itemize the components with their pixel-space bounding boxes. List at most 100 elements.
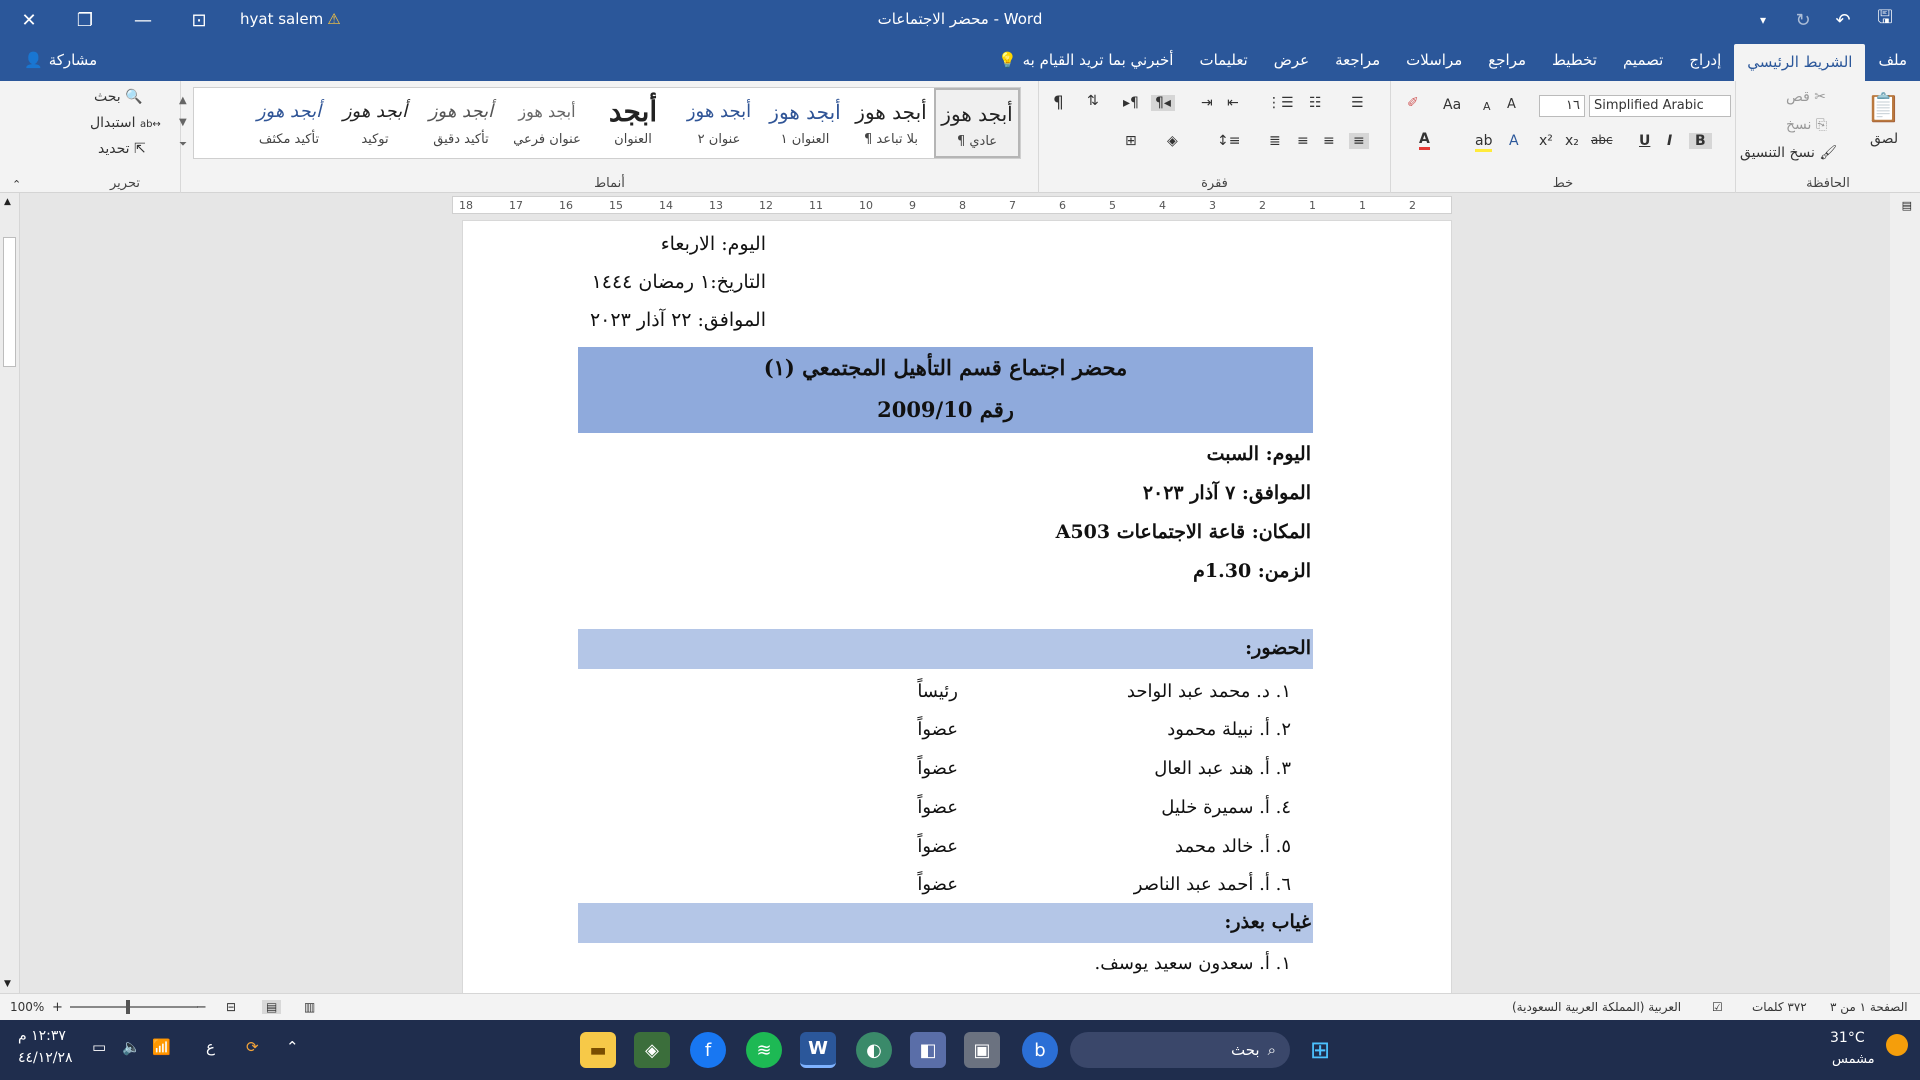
clear-formatting-icon[interactable]: ✐ (1407, 95, 1419, 111)
align-right-icon[interactable]: ≡ (1349, 133, 1369, 149)
cut-button[interactable]: قص ✂ (1786, 89, 1826, 105)
document-page[interactable]: اليوم: الاربعاء التاريخ:١ رمضان ١٤٤٤ الم… (462, 220, 1452, 1000)
proofing-icon[interactable]: ☑ (1712, 1000, 1723, 1014)
format-painter-button[interactable]: نسخ التنسيق 🖌 (1740, 145, 1837, 161)
scroll-down-icon[interactable]: ▼ (4, 979, 11, 989)
superscript-button[interactable]: x² (1539, 133, 1553, 149)
font-size-select[interactable]: ١٦ (1539, 95, 1585, 117)
save-icon[interactable]: 🖫 (1862, 0, 1908, 40)
facebook-icon[interactable]: f (690, 1032, 726, 1068)
underline-button[interactable]: U (1639, 133, 1650, 149)
clock-time[interactable]: ١٢:٣٧ م (18, 1028, 66, 1044)
paste-button[interactable]: لصق (1870, 131, 1898, 147)
weather-desc[interactable]: مشمس (1832, 1052, 1875, 1067)
font-name-select[interactable]: Simplified Arabic (1589, 95, 1731, 117)
read-mode-icon[interactable]: ▥ (304, 1000, 315, 1014)
spotify-icon[interactable]: ≋ (746, 1032, 782, 1068)
horizontal-ruler[interactable]: 18 17 16 15 14 13 12 11 10 9 8 7 6 5 4 3 2 1 1 2 (452, 196, 1452, 214)
clock-date[interactable]: ٤٤/١٢/٢٨ (18, 1050, 73, 1066)
styles-scroll-up-icon[interactable]: ▲ (179, 95, 187, 106)
style-emphasis[interactable]: أبجد هوز توكيد (332, 88, 418, 158)
increase-indent-icon[interactable]: ⇥ (1201, 95, 1213, 111)
style-subtle-emphasis[interactable]: أبجد هوز تأكيد دقيق (418, 88, 504, 158)
tab-references[interactable]: مراجع (1475, 40, 1539, 81)
style-heading-1[interactable]: أبجد هوز العنوان ١ (762, 88, 848, 158)
file-explorer-icon[interactable]: ▬ (580, 1032, 616, 1068)
taskbar-search[interactable]: بحث ⌕ (1070, 1032, 1290, 1068)
paste-icon[interactable]: 📋 (1866, 91, 1901, 124)
align-center-icon[interactable]: ≡ (1323, 133, 1335, 149)
sync-icon[interactable]: ⟳ (246, 1038, 259, 1056)
tab-insert[interactable]: إدراج (1676, 40, 1734, 81)
styles-scroll-down-icon[interactable]: ▼ (179, 117, 187, 128)
ltr-direction-icon[interactable]: ▸¶ (1123, 95, 1139, 111)
style-subtitle[interactable]: أبجد هوز عنوان فرعي (504, 88, 590, 158)
text-effects-button[interactable]: A (1509, 133, 1519, 149)
word-app-icon[interactable]: W (800, 1032, 836, 1068)
tab-view[interactable]: عرض (1261, 40, 1322, 81)
select-button[interactable]: تحديد ⇱ (98, 141, 146, 157)
show-marks-icon[interactable]: ¶ (1053, 93, 1064, 113)
copy-button[interactable]: نسخ ⎘ (1786, 117, 1827, 133)
multilevel-list-icon[interactable]: ⋮☰ (1267, 95, 1294, 111)
decrease-indent-icon[interactable]: ⇤ (1227, 95, 1239, 111)
find-button[interactable]: بحث 🔍 (94, 89, 143, 105)
scroll-up-icon[interactable]: ▲ (4, 197, 11, 207)
tab-mailings[interactable]: مراسلات (1393, 40, 1475, 81)
weather-temp[interactable]: 31°C (1830, 1030, 1865, 1046)
highlight-icon[interactable]: ab (1475, 133, 1493, 152)
tell-me-box[interactable]: 💡 أخبرني بما تريد القيام به (985, 40, 1187, 81)
strikethrough-button[interactable]: abc (1591, 133, 1613, 147)
focus-mode-icon[interactable]: ⊟ (226, 1000, 236, 1014)
zoom-out-icon[interactable]: − (196, 1000, 207, 1015)
zoom-slider[interactable] (70, 1006, 198, 1008)
battery-icon[interactable]: ▭ (92, 1038, 106, 1056)
tab-review[interactable]: مراجعة (1322, 40, 1393, 81)
borders-icon[interactable]: ⊞ (1125, 133, 1137, 149)
bullets-icon[interactable]: ☰ (1351, 95, 1364, 111)
rtl-direction-icon[interactable]: ¶◂ (1151, 95, 1175, 111)
tab-help[interactable]: تعليمات (1186, 40, 1260, 81)
style-intense-emphasis[interactable]: أبجد هوز تأكيد مكثف (246, 88, 332, 158)
tab-design[interactable]: تصميم (1610, 40, 1676, 81)
print-layout-icon[interactable]: ▤ (262, 1000, 282, 1014)
zoom-level[interactable]: 100% (10, 1000, 44, 1014)
italic-button[interactable]: I (1667, 133, 1672, 149)
hidden-icons-chevron-icon[interactable]: ⌃ (286, 1038, 299, 1056)
word-count[interactable]: ٣٧٢ كلمات (1752, 1000, 1807, 1014)
style-heading-2[interactable]: أبجد هوز عنوان ٢ (676, 88, 762, 158)
styles-more-icon[interactable]: ⏷ (179, 139, 187, 150)
justify-icon[interactable]: ≣ (1269, 133, 1281, 149)
volume-icon[interactable]: 🔈 (122, 1038, 141, 1056)
align-left-icon[interactable]: ≡ (1297, 133, 1309, 149)
windows-start-icon[interactable]: ⊞ (1302, 1032, 1338, 1068)
chat-icon[interactable]: ◧ (910, 1032, 946, 1068)
shrink-font-button[interactable]: A (1483, 100, 1491, 113)
undo-icon[interactable]: ↶ (1820, 0, 1866, 40)
numbering-icon[interactable]: ☷ (1309, 95, 1322, 111)
sort-icon[interactable]: ⇅ (1087, 93, 1099, 109)
page-number[interactable]: الصفحة ١ من ٣ (1830, 1000, 1908, 1014)
sun-icon[interactable] (1886, 1034, 1908, 1056)
tab-layout[interactable]: تخطيط (1539, 40, 1610, 81)
language-status[interactable]: العربية (المملكة العربية السعودية) (1512, 1000, 1681, 1014)
ruler-toggle-icon[interactable]: ▤ (1902, 199, 1912, 212)
replace-button[interactable]: استبدال ab↔ (90, 115, 161, 131)
zoom-slider-thumb[interactable] (126, 1000, 130, 1014)
tab-home[interactable]: الشريط الرئيسي (1734, 44, 1866, 81)
keyboard-language[interactable]: ع (206, 1038, 215, 1056)
style-title[interactable]: أبجد العنوان (590, 88, 676, 158)
tab-file[interactable]: ملف (1865, 40, 1920, 81)
shading-icon[interactable]: ◈ (1167, 133, 1178, 149)
line-spacing-icon[interactable]: ↕≡ (1217, 133, 1240, 149)
collapse-ribbon-icon[interactable]: ⌃ (12, 178, 21, 191)
maps-app-icon[interactable]: ◈ (634, 1032, 670, 1068)
change-case-button[interactable]: Aa (1443, 97, 1461, 113)
left-scrollbar[interactable]: ▲ ▼ (0, 193, 20, 993)
bold-button[interactable]: B (1689, 133, 1712, 149)
wifi-icon[interactable]: 📶 (152, 1038, 171, 1056)
style-no-spacing[interactable]: أبجد هوز ¶ بلا تباعد (848, 88, 934, 158)
zoom-in-icon[interactable]: + (52, 1000, 63, 1015)
browser-icon[interactable]: ◐ (856, 1032, 892, 1068)
share-button[interactable]: 👤 مشاركة (24, 40, 97, 81)
